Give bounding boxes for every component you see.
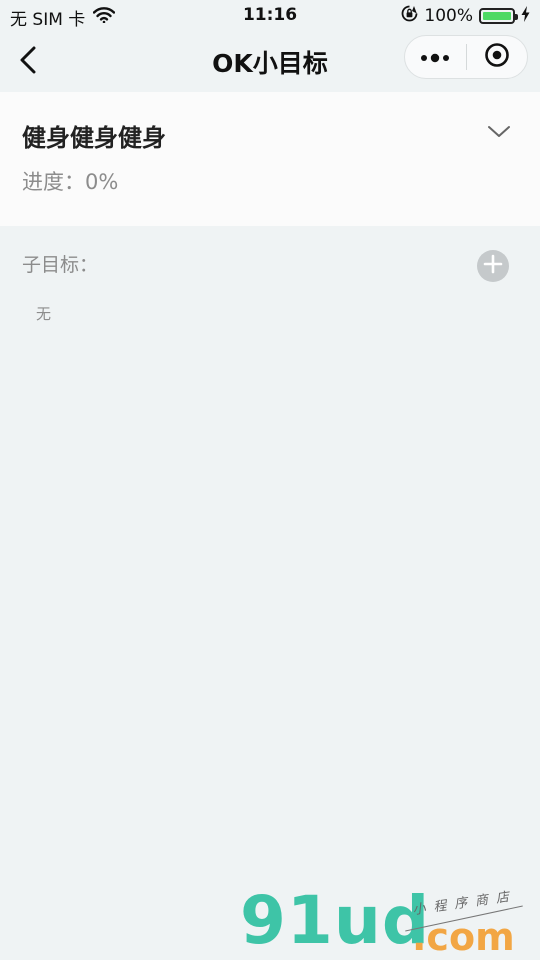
battery-fill xyxy=(483,12,511,20)
miniprogram-capsule xyxy=(404,35,528,79)
status-bar: 无 SIM 卡 11:16 100% xyxy=(0,0,540,32)
back-button[interactable] xyxy=(10,44,46,80)
goal-card: 健身健身健身 进度：0% xyxy=(0,92,540,226)
status-right: 100% xyxy=(401,5,530,27)
add-subgoal-button[interactable] xyxy=(477,250,509,282)
chevron-left-icon xyxy=(19,46,37,78)
watermark: 91ud 小程序商店 .com xyxy=(240,888,530,960)
watermark-domain: .com xyxy=(412,915,515,959)
empty-subgoals-text: 无 xyxy=(36,305,52,323)
subgoal-label: 子目标： xyxy=(22,254,99,276)
expand-toggle-button[interactable] xyxy=(484,120,514,146)
battery-icon xyxy=(479,8,518,24)
nav-bar: OK小目标 xyxy=(0,32,540,90)
goal-title: 健身健身健身 xyxy=(22,124,166,152)
plus-circle-icon xyxy=(483,254,503,278)
battery-tip xyxy=(515,14,518,20)
charging-bolt-icon xyxy=(521,5,530,27)
battery-percent: 100% xyxy=(424,6,473,26)
more-menu-button[interactable] xyxy=(405,36,466,78)
orientation-lock-icon xyxy=(401,5,418,27)
watermark-logo: 91ud xyxy=(240,882,431,959)
more-dots-icon xyxy=(420,48,450,67)
target-circle-icon xyxy=(484,42,510,72)
goal-progress: 进度：0% xyxy=(22,170,119,194)
close-miniprogram-button[interactable] xyxy=(467,36,528,78)
chevron-down-icon xyxy=(487,124,511,143)
